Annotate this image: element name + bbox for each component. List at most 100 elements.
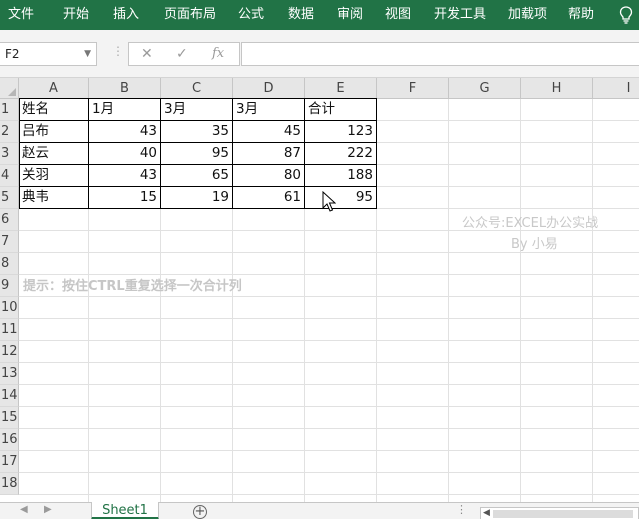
add-sheet-icon[interactable]: + [193, 505, 207, 519]
cell-a2[interactable]: 吕布 [19, 121, 88, 143]
hint-text: 提示：按住CTRL重复选择一次合计列 [23, 279, 242, 294]
cell-e5[interactable]: 95 [305, 187, 376, 209]
cell-d5[interactable]: 61 [233, 187, 304, 209]
row-header-18[interactable]: 18 [0, 473, 19, 495]
chevron-down-icon[interactable]: ▼ [84, 49, 91, 59]
tab-review[interactable]: 审阅 [337, 0, 363, 30]
watermark-line-2: By 小易 [511, 237, 558, 252]
row-header-16[interactable]: 16 [0, 429, 19, 451]
column-header-b[interactable]: B [89, 78, 161, 99]
row-header-10[interactable]: 10 [0, 297, 19, 319]
name-box-value: F2 [5, 47, 20, 61]
sheet-scroll-right-icon[interactable]: ▶ [44, 504, 52, 515]
cell-d4[interactable]: 80 [233, 165, 304, 187]
column-header-g[interactable]: G [449, 78, 521, 99]
scrollbar-thumb[interactable] [493, 510, 633, 518]
cell-c1[interactable]: 3月 [161, 99, 232, 121]
tab-home[interactable]: 开始 [63, 0, 89, 30]
column-header-e[interactable]: E [305, 78, 377, 99]
cell-d2[interactable]: 45 [233, 121, 304, 143]
row-header-9[interactable]: 9 [0, 275, 19, 297]
sheet-tab-sheet1[interactable]: Sheet1 [91, 502, 159, 519]
cell-e3[interactable]: 222 [305, 143, 376, 165]
formula-buttons: ✕ ✓ fx [128, 42, 240, 66]
worksheet-grid[interactable]: A B C D E F G H I 1 2 3 4 5 6 7 8 9 10 1… [0, 78, 639, 502]
tab-file[interactable]: 文件 [8, 0, 34, 30]
cell-a1[interactable]: 姓名 [19, 99, 88, 121]
cell-e4[interactable]: 188 [305, 165, 376, 187]
name-box[interactable]: F2 ▼ [0, 42, 97, 66]
scroll-left-icon[interactable]: ◀ [483, 508, 490, 518]
cell-c3[interactable]: 95 [161, 143, 232, 165]
gridline [19, 384, 639, 385]
row-header-2[interactable]: 2 [0, 121, 19, 143]
watermark-line-1: 公众号:EXCEL办公实战 [462, 216, 599, 231]
column-header-a[interactable]: A [19, 78, 89, 99]
row-header-15[interactable]: 15 [0, 407, 19, 429]
cancel-icon[interactable]: ✕ [141, 46, 153, 62]
row-header-5[interactable]: 5 [0, 187, 19, 209]
cell-b5[interactable]: 15 [89, 187, 160, 209]
gridline [19, 362, 639, 363]
cell-a3[interactable]: 赵云 [19, 143, 88, 165]
tab-view[interactable]: 视图 [385, 0, 411, 30]
column-header-d[interactable]: D [233, 78, 305, 99]
cell-b2[interactable]: 43 [89, 121, 160, 143]
row-header-17[interactable]: 17 [0, 451, 19, 473]
cell-e2[interactable]: 123 [305, 121, 376, 143]
formula-input[interactable] [241, 42, 639, 66]
row-header-12[interactable]: 12 [0, 341, 19, 363]
mouse-pointer-icon [322, 191, 336, 212]
gridline [19, 318, 639, 319]
cell-b3[interactable]: 40 [89, 143, 160, 165]
cell-a5[interactable]: 典韦 [19, 187, 88, 209]
gridline [19, 296, 639, 297]
gridline [19, 340, 639, 341]
row-header-8[interactable]: 8 [0, 253, 19, 275]
sheet-scroll-left-icon[interactable]: ◀ [20, 504, 28, 515]
tab-data[interactable]: 数据 [288, 0, 314, 30]
column-header-h[interactable]: H [521, 78, 593, 99]
row-header-7[interactable]: 7 [0, 231, 19, 253]
row-header-1[interactable]: 1 [0, 99, 19, 121]
horizontal-scrollbar[interactable]: ◀ [480, 507, 639, 519]
row-header-11[interactable]: 11 [0, 319, 19, 341]
gridline [19, 252, 639, 253]
tab-developer[interactable]: 开发工具 [434, 0, 486, 30]
lightbulb-icon[interactable] [619, 6, 633, 24]
gridline [19, 450, 639, 451]
tab-insert[interactable]: 插入 [113, 0, 139, 30]
row-header-13[interactable]: 13 [0, 363, 19, 385]
column-header-c[interactable]: C [161, 78, 233, 99]
insert-function-icon[interactable]: fx [212, 46, 224, 61]
gridline [592, 99, 593, 502]
tab-addins[interactable]: 加载项 [508, 0, 547, 30]
gridline [376, 99, 377, 502]
formula-bar-grip-icon: ⋮ [112, 44, 124, 58]
cell-d1[interactable]: 3月 [233, 99, 304, 121]
ribbon-tab-bar: 文件 开始 插入 页面布局 公式 数据 审阅 视图 开发工具 加载项 帮助 [0, 0, 639, 30]
cell-b4[interactable]: 43 [89, 165, 160, 187]
row-header-6[interactable]: 6 [0, 209, 19, 231]
column-header-f[interactable]: F [377, 78, 449, 99]
cell-b1[interactable]: 1月 [89, 99, 160, 121]
gridline [19, 428, 639, 429]
cell-a4[interactable]: 关羽 [19, 165, 88, 187]
row-header-3[interactable]: 3 [0, 143, 19, 165]
select-all-button[interactable] [0, 78, 19, 99]
cell-c5[interactable]: 19 [161, 187, 232, 209]
split-handle-icon[interactable]: ⋮ [456, 503, 468, 516]
row-header-14[interactable]: 14 [0, 385, 19, 407]
column-header-i[interactable]: I [593, 78, 639, 99]
cell-e1[interactable]: 合计 [305, 99, 376, 121]
sheet-tab-bar: ◀ ▶ Sheet1 + ⋮ ◀ [0, 502, 639, 519]
gridline [520, 99, 521, 502]
tab-help[interactable]: 帮助 [568, 0, 594, 30]
tab-formulas[interactable]: 公式 [238, 0, 264, 30]
cell-d3[interactable]: 87 [233, 143, 304, 165]
cell-c4[interactable]: 65 [161, 165, 232, 187]
check-icon[interactable]: ✓ [176, 46, 188, 62]
tab-page-layout[interactable]: 页面布局 [164, 0, 216, 30]
row-header-4[interactable]: 4 [0, 165, 19, 187]
cell-c2[interactable]: 35 [161, 121, 232, 143]
